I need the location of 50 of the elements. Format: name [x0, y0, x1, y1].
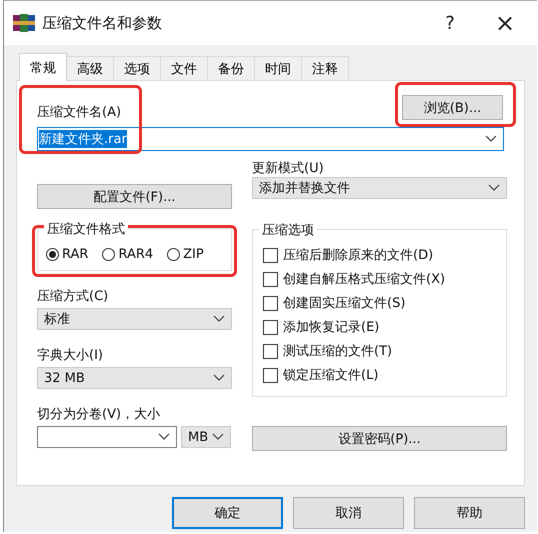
checkbox-label: 压缩后删除原来的文件(D): [283, 247, 434, 264]
radio-button[interactable]: [102, 248, 116, 261]
radio-label: RAR4: [118, 247, 154, 262]
help-button[interactable]: ?: [426, 3, 474, 43]
chevron-icon: [212, 433, 224, 441]
update-mode-label: 更新模式(U): [252, 160, 325, 177]
checkbox-label: 锁定压缩文件(L): [283, 367, 378, 384]
dialog-button[interactable]: 取消: [293, 497, 404, 529]
group-title: 压缩文件格式: [44, 220, 128, 238]
checkbox[interactable]: [263, 368, 278, 382]
chevron-icon: [213, 315, 225, 323]
chevron-icon: [485, 135, 497, 143]
archive-name-label: 压缩文件名(A): [37, 104, 122, 121]
checkbox[interactable]: [263, 320, 278, 334]
chevron-icon: [158, 433, 170, 441]
dialog-button[interactable]: 帮助: [414, 497, 525, 529]
browse-button[interactable]: 浏览(B)...: [402, 95, 503, 120]
profiles-button[interactable]: 配置文件(F)...: [37, 184, 232, 209]
compression-method-dropdown[interactable]: 标准: [37, 308, 232, 330]
radio-button[interactable]: [167, 248, 180, 261]
tab[interactable]: 注释: [301, 56, 349, 81]
split-size-field[interactable]: [37, 426, 177, 448]
group-title: 压缩选项: [259, 221, 317, 239]
checkbox-label: 创建自解压格式压缩文件(X): [283, 271, 446, 288]
archive-name-value: 新建文件夹.rar: [39, 130, 127, 148]
checkbox-label: 添加恢复记录(E): [283, 319, 380, 336]
checkbox[interactable]: [263, 344, 278, 358]
update-mode-dropdown[interactable]: 添加并替换文件: [252, 177, 507, 199]
close-button[interactable]: ×: [481, 3, 529, 43]
checkbox-label: 创建固实压缩文件(S): [283, 295, 406, 312]
archive-books-icon: [13, 13, 35, 33]
tab[interactable]: 常规: [19, 53, 67, 81]
radio-button[interactable]: [46, 248, 59, 261]
checkbox[interactable]: [263, 296, 278, 310]
split-volumes-label: 切分为分卷(V)，大小: [37, 406, 162, 423]
radio-label: RAR: [62, 247, 88, 262]
chevron-icon: [213, 374, 225, 382]
compression-method-label: 压缩方式(C): [37, 288, 110, 305]
split-unit-dropdown[interactable]: MB: [181, 426, 231, 448]
dictionary-size-dropdown[interactable]: 32 MB: [37, 367, 232, 389]
checkbox[interactable]: [263, 248, 278, 262]
radio-label: ZIP: [183, 247, 204, 262]
chevron-icon: [488, 184, 500, 192]
checkbox[interactable]: [263, 272, 278, 286]
set-password-button[interactable]: 设置密码(P)...: [252, 426, 507, 451]
dialog-button[interactable]: 确定: [172, 497, 283, 529]
window-title: 压缩文件名和参数: [42, 14, 162, 32]
checkbox-label: 测试压缩的文件(T): [283, 343, 392, 360]
dictionary-size-label: 字典大小(I): [37, 347, 104, 364]
archive-name-field[interactable]: 新建文件夹.rar: [37, 127, 504, 151]
